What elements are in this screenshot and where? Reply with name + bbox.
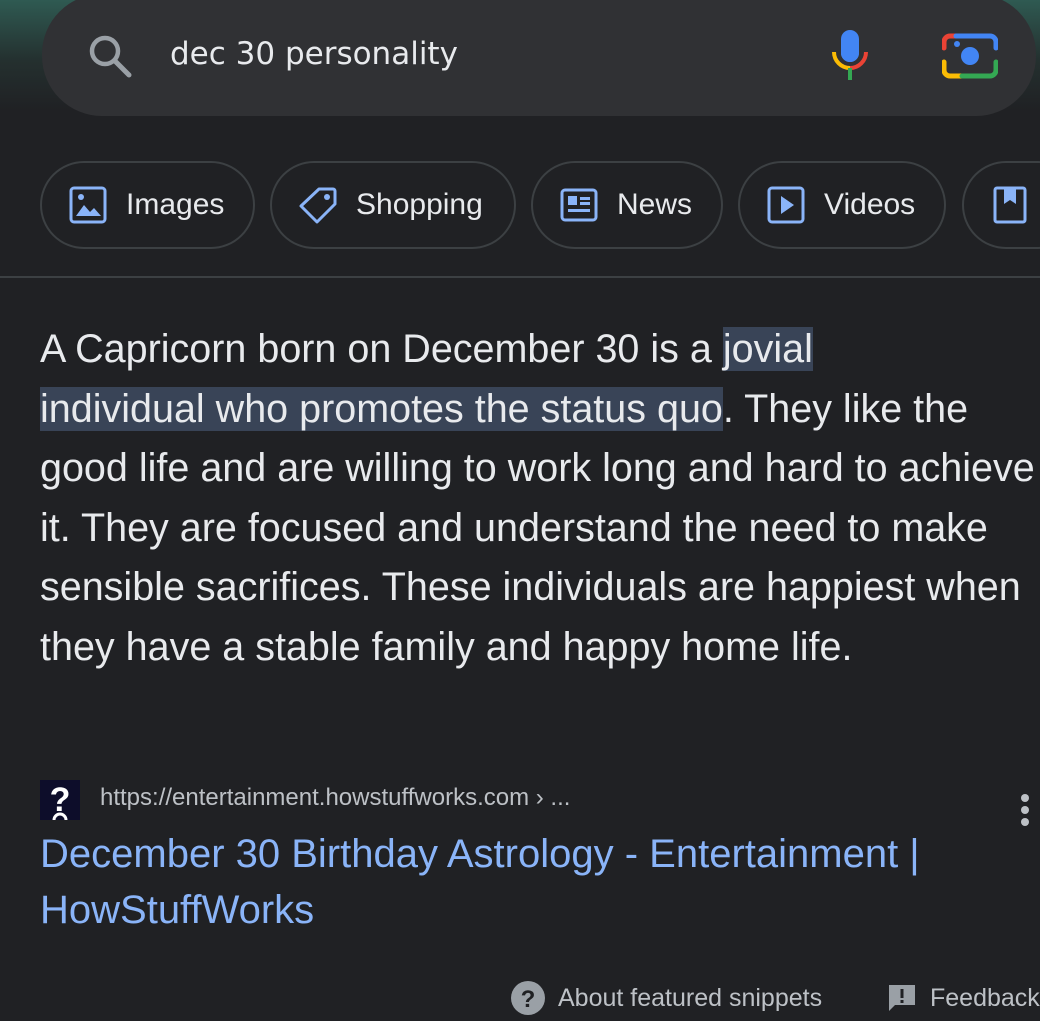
site-favicon[interactable]: ?	[40, 780, 80, 820]
filter-chip-books[interactable]	[962, 161, 1040, 249]
divider	[0, 276, 1040, 278]
snippet-highlight: individual who promotes the status quo	[40, 386, 723, 431]
search-filter-chips: Images Shopping News Videos	[40, 161, 1040, 251]
filter-chip-label: Images	[126, 188, 225, 221]
feedback-label: Feedback	[930, 983, 1040, 1012]
image-icon	[69, 186, 107, 224]
feedback-link[interactable]: Feedback	[886, 978, 1040, 1018]
filter-chip-label: Videos	[824, 188, 916, 221]
tag-icon	[299, 187, 337, 224]
book-icon	[993, 186, 1027, 224]
microphone-icon[interactable]	[826, 28, 874, 84]
search-input[interactable]: dec 30 personality	[170, 36, 458, 72]
about-featured-snippets-link[interactable]: ? About featured snippets	[510, 978, 822, 1018]
filter-chip-label: News	[617, 188, 693, 221]
about-featured-snippets-label: About featured snippets	[558, 983, 823, 1012]
featured-snippet-text: A Capricorn born on December 30 is a jov…	[40, 320, 1040, 678]
result-url[interactable]: https://entertainment.howstuffworks.com …	[100, 784, 570, 812]
filter-chip-label: Shopping	[356, 188, 483, 221]
filter-chip-videos[interactable]: Videos	[738, 161, 946, 249]
play-icon	[767, 186, 805, 224]
feedback-icon	[889, 985, 915, 1011]
svg-text:?: ?	[521, 986, 536, 1013]
newspaper-icon	[560, 188, 598, 222]
filter-chip-shopping[interactable]: Shopping	[270, 161, 516, 249]
help-icon: ?	[511, 981, 545, 1015]
result-title-link[interactable]: December 30 Birthday Astrology - Enterta…	[40, 826, 1030, 938]
snippet-text: A Capricorn born on December 30 is a	[40, 327, 723, 371]
filter-chip-news[interactable]: News	[531, 161, 723, 249]
google-lens-icon[interactable]	[942, 32, 998, 80]
filter-chip-images[interactable]: Images	[40, 161, 255, 249]
search-icon[interactable]	[86, 32, 134, 80]
snippet-highlight: jovial	[722, 327, 813, 371]
